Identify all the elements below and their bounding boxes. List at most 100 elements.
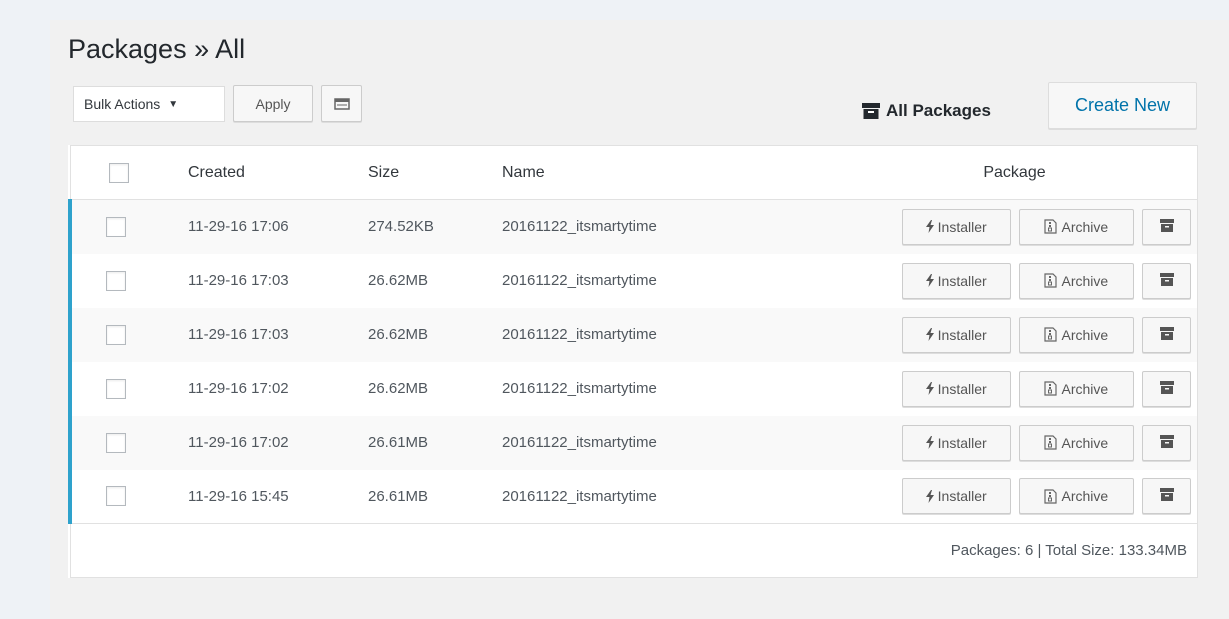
- archive-label: Archive: [1061, 380, 1109, 397]
- name-cell: 20161122_itsmartytime: [502, 307, 832, 362]
- archive-label: Archive: [1061, 434, 1109, 451]
- table-row: 11-29-16 15:45 26.61MB 20161122_itsmarty…: [68, 469, 1198, 524]
- created-cell: 11-29-16 17:02: [188, 380, 289, 397]
- package-column-header: Package: [832, 145, 1198, 200]
- installer-button[interactable]: Installer: [901, 316, 1011, 353]
- package-actions-cell: Installer Archive: [832, 254, 1198, 308]
- name-cell: 20161122_itsmartytime: [502, 380, 657, 397]
- archive-box-button[interactable]: [1142, 262, 1191, 299]
- size-cell: 26.61MB: [368, 415, 502, 470]
- row-select-cell: [68, 469, 188, 524]
- package-actions-cell: Installer Archive: [832, 470, 1198, 524]
- archive-box-button[interactable]: [1142, 478, 1191, 515]
- archive-button[interactable]: Archive: [1018, 478, 1134, 515]
- row-checkbox[interactable]: [106, 216, 126, 237]
- columns-toggle-button[interactable]: [321, 85, 362, 122]
- bolt-icon: [925, 274, 934, 287]
- installer-button[interactable]: Installer: [901, 370, 1011, 407]
- file-archive-icon: [1044, 327, 1058, 342]
- row-checkbox[interactable]: [106, 432, 126, 453]
- archive-box-icon: [1159, 434, 1174, 451]
- file-archive-icon: [1044, 219, 1058, 234]
- created-cell: 11-29-16 17:06: [188, 199, 368, 254]
- created-column-header[interactable]: Created: [188, 145, 368, 200]
- apply-button[interactable]: Apply: [233, 85, 313, 122]
- select-all-checkbox[interactable]: [108, 162, 129, 183]
- archive-button[interactable]: Archive: [1018, 316, 1134, 353]
- size-cell: 26.62MB: [368, 272, 429, 289]
- archive-box-button[interactable]: [1142, 370, 1191, 407]
- name-column-header[interactable]: Name: [502, 145, 832, 200]
- archive-label: Archive: [1061, 488, 1109, 505]
- table-row: 11-29-16 17:02 26.61MB 20161122_itsmarty…: [68, 415, 1198, 470]
- page-title: Packages » All: [68, 34, 246, 64]
- name-cell: 20161122_itsmartytime: [502, 272, 657, 289]
- table-row: 11-29-16 17:02 26.62MB 20161122_itsmarty…: [68, 361, 1198, 416]
- packages-table: Created Size Name Package 11-29-16 17:06…: [68, 145, 1198, 578]
- archive-box-button[interactable]: [1142, 424, 1191, 461]
- installer-label: Installer: [937, 218, 987, 235]
- name-cell: 20161122_itsmartytime: [502, 415, 832, 470]
- name-cell: 20161122_itsmartytime: [502, 199, 832, 254]
- file-archive-icon: [1044, 273, 1058, 288]
- archive-box-button[interactable]: [1142, 316, 1191, 353]
- file-archive-icon: [1044, 489, 1058, 504]
- bolt-icon: [925, 220, 934, 234]
- archive-button[interactable]: Archive: [1018, 208, 1134, 245]
- installer-label: Installer: [937, 380, 987, 397]
- archive-button[interactable]: Archive: [1018, 424, 1134, 461]
- columns-icon: [333, 97, 350, 110]
- installer-button[interactable]: Installer: [901, 424, 1011, 461]
- created-cell: 11-29-16 17:02: [188, 415, 368, 470]
- row-select-cell: [68, 199, 188, 254]
- archive-button[interactable]: Archive: [1018, 262, 1134, 299]
- select-all-cell: [70, 145, 188, 200]
- table-row: 11-29-16 17:06 274.52KB 20161122_itsmart…: [68, 199, 1198, 254]
- archive-label: Archive: [1061, 326, 1109, 343]
- file-archive-icon: [1044, 435, 1058, 450]
- archive-box-icon: [862, 103, 880, 119]
- row-select-cell: [68, 307, 188, 362]
- package-actions-cell: Installer Archive: [832, 199, 1198, 254]
- row-select-cell: [68, 415, 188, 470]
- package-actions-cell: Installer Archive: [832, 362, 1198, 416]
- package-actions-cell: Installer Archive: [832, 307, 1198, 362]
- create-new-button[interactable]: Create New: [1048, 82, 1197, 129]
- created-cell: 11-29-16 15:45: [188, 487, 289, 505]
- row-select-cell: [68, 361, 188, 416]
- created-cell: 11-29-16 17:03: [188, 307, 368, 362]
- installer-button[interactable]: Installer: [901, 208, 1011, 245]
- size-cell: 26.62MB: [368, 307, 502, 362]
- row-checkbox[interactable]: [106, 486, 126, 507]
- bolt-icon: [925, 328, 934, 341]
- bolt-icon: [925, 436, 934, 449]
- archive-box-icon: [1159, 218, 1174, 235]
- installer-button[interactable]: Installer: [901, 262, 1011, 299]
- archive-button[interactable]: Archive: [1018, 370, 1134, 407]
- bolt-icon: [925, 489, 934, 503]
- packages-summary: Packages: 6 | Total Size: 133.34MB: [70, 523, 1198, 578]
- row-checkbox[interactable]: [106, 270, 126, 291]
- size-column-header[interactable]: Size: [368, 145, 502, 200]
- table-header-row: Created Size Name Package: [70, 145, 1198, 200]
- archive-box-icon: [1159, 380, 1174, 397]
- file-archive-icon: [1044, 381, 1058, 396]
- installer-label: Installer: [937, 326, 987, 343]
- installer-button[interactable]: Installer: [901, 478, 1011, 515]
- archive-box-icon: [1159, 272, 1174, 289]
- caret-down-icon: ▼: [168, 98, 179, 110]
- bulk-actions-select[interactable]: Bulk Actions ▼: [73, 86, 225, 122]
- archive-box-icon: [1159, 488, 1174, 504]
- archive-box-button[interactable]: [1142, 208, 1191, 245]
- installer-label: Installer: [937, 488, 987, 505]
- row-checkbox[interactable]: [106, 324, 126, 345]
- row-select-cell: [68, 253, 188, 308]
- bolt-icon: [925, 382, 934, 395]
- name-cell: 20161122_itsmartytime: [502, 487, 657, 505]
- table-row: 11-29-16 17:03 26.62MB 20161122_itsmarty…: [68, 307, 1198, 362]
- all-packages-label: All Packages: [886, 101, 991, 120]
- bulk-actions-label: Bulk Actions: [84, 96, 161, 112]
- installer-label: Installer: [937, 434, 987, 451]
- row-checkbox[interactable]: [106, 378, 126, 399]
- archive-label: Archive: [1061, 218, 1109, 235]
